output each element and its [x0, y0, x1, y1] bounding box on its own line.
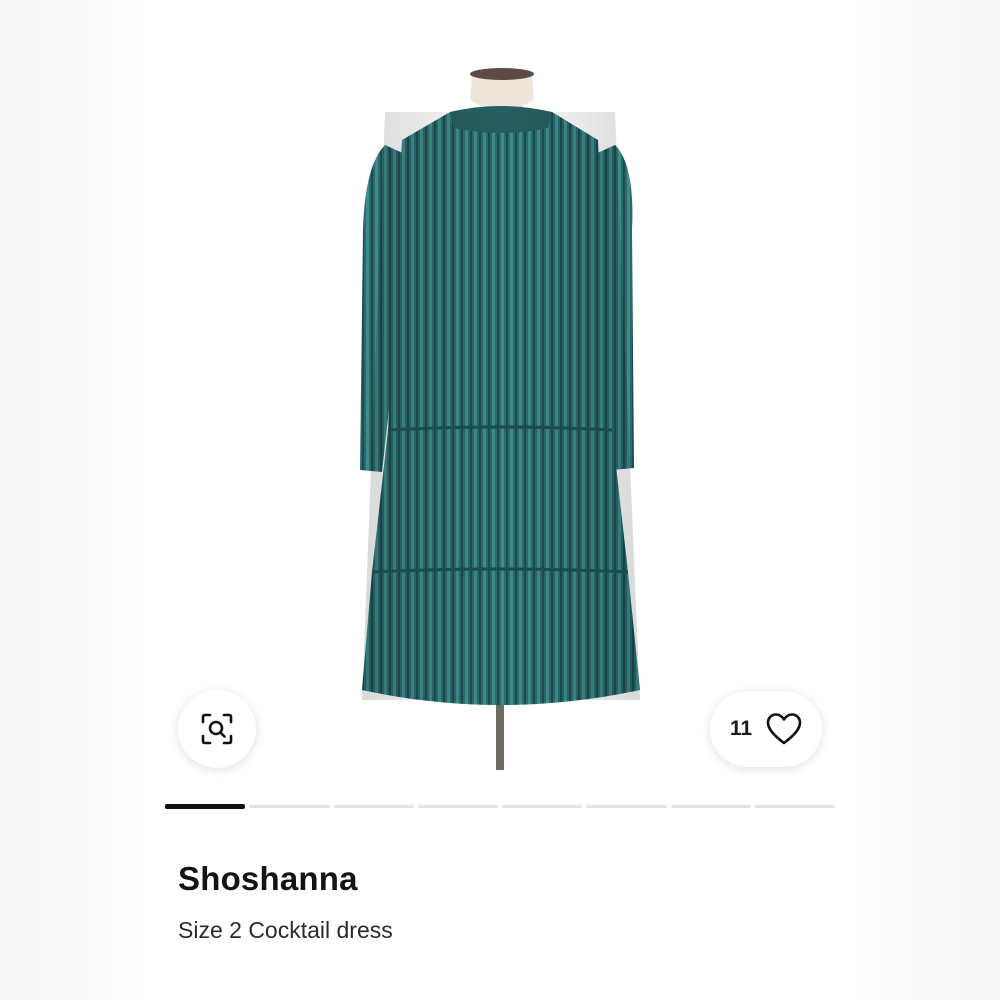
product-photo[interactable]: [150, 0, 850, 800]
pager-segment[interactable]: [754, 805, 835, 808]
pager-segment[interactable]: [670, 805, 751, 808]
left-margin: [0, 0, 150, 1000]
heart-icon: [766, 713, 802, 745]
right-margin: [850, 0, 1000, 1000]
brand-name[interactable]: Shoshanna: [178, 860, 358, 898]
like-button[interactable]: 11: [710, 691, 822, 767]
dress-illustration: [360, 68, 640, 770]
like-count: 11: [729, 717, 753, 740]
product-listing-page: 11 Shoshanna Size 2 Cocktail dress: [0, 0, 1000, 1000]
pager-segment[interactable]: [502, 805, 583, 808]
pager-segment[interactable]: [586, 805, 667, 808]
visual-search-icon: [201, 713, 233, 745]
pager-segment[interactable]: [333, 805, 414, 808]
pager-segment[interactable]: [249, 805, 330, 808]
pager-segment[interactable]: [417, 805, 498, 808]
product-description: Size 2 Cocktail dress: [178, 917, 393, 943]
image-pager: [165, 804, 835, 810]
visual-search-button[interactable]: [178, 690, 256, 768]
pager-segment-active[interactable]: [165, 804, 246, 809]
